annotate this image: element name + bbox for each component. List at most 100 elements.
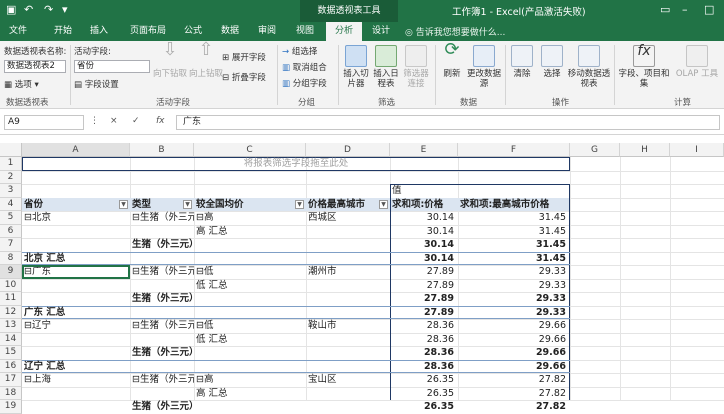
row-header[interactable]: 6 xyxy=(0,224,22,238)
group-selection-button[interactable]: → 组选择 xyxy=(282,45,317,57)
filter-dropdown-icon[interactable]: ▼ xyxy=(119,199,128,209)
pivot-cell[interactable]: 低 汇总 xyxy=(194,333,306,347)
save-icon[interactable]: ▣ xyxy=(6,3,16,16)
pivot-cell[interactable]: 27.82 xyxy=(458,373,570,387)
row-header[interactable]: 16 xyxy=(0,359,22,373)
pivot-cell[interactable] xyxy=(194,400,306,414)
insert-slicer-button[interactable]: 插入切片器 xyxy=(340,45,372,89)
pivot-cell[interactable]: 30.14 xyxy=(390,211,458,225)
column-header-A[interactable]: A xyxy=(22,143,130,157)
pivot-cell[interactable] xyxy=(306,400,390,414)
pivot-cell[interactable] xyxy=(306,360,390,374)
pivot-cell[interactable]: 27.82 xyxy=(458,400,570,414)
pivot-cell[interactable]: 28.36 xyxy=(390,319,458,333)
pivot-cell[interactable]: 29.66 xyxy=(458,346,570,360)
pivot-cell[interactable] xyxy=(22,279,130,293)
group-field-button[interactable]: ▥ 分组字段 xyxy=(282,77,327,89)
column-header-C[interactable]: C xyxy=(194,143,306,157)
pivot-cell[interactable]: 31.45 xyxy=(458,238,570,252)
column-header-G[interactable]: G xyxy=(570,143,620,157)
insert-function-icon[interactable]: fx xyxy=(156,116,165,126)
pivot-cell[interactable] xyxy=(306,292,390,306)
pivot-cell[interactable]: 30.14 xyxy=(390,252,458,266)
drill-up-button[interactable]: ⇧ 向上钻取 xyxy=(188,41,224,80)
pivot-cell[interactable]: 26.35 xyxy=(390,373,458,387)
expand-field-button[interactable]: ⊞ 展开字段 xyxy=(222,51,266,63)
pivot-cell[interactable] xyxy=(22,387,130,401)
pivot-cell[interactable] xyxy=(306,346,390,360)
select-button[interactable]: 选择 xyxy=(538,45,566,79)
refresh-button[interactable]: ⟳ 刷新 xyxy=(438,41,466,80)
pivot-cell[interactable] xyxy=(194,346,306,360)
pivot-cell[interactable]: 西城区 xyxy=(306,211,390,225)
pivot-cell[interactable]: ⊟高 xyxy=(194,211,306,225)
row-header[interactable]: 5 xyxy=(0,211,22,225)
ungroup-button[interactable]: ▥ 取消组合 xyxy=(282,61,327,73)
filter-dropdown-icon[interactable]: ▼ xyxy=(183,199,192,209)
pivot-cell[interactable] xyxy=(306,333,390,347)
tab-view[interactable]: 视图 xyxy=(290,22,320,41)
pivot-cell[interactable] xyxy=(22,225,130,239)
pivot-cell[interactable]: 广东 汇总 xyxy=(22,306,130,320)
pivot-cell[interactable]: 26.35 xyxy=(390,387,458,401)
pivot-cell[interactable]: 北京 汇总 xyxy=(22,252,130,266)
pivot-cell[interactable]: 高 汇总 xyxy=(194,387,306,401)
pivot-cell[interactable]: ⊟生猪（外三元 xyxy=(130,373,194,387)
pivot-cell[interactable] xyxy=(22,333,130,347)
pivot-cell[interactable]: ⊟低 xyxy=(194,265,306,279)
pivot-cell[interactable] xyxy=(306,279,390,293)
pivot-cell[interactable] xyxy=(22,238,130,252)
row-header[interactable]: 7 xyxy=(0,238,22,252)
pivot-cell[interactable] xyxy=(194,360,306,374)
row-header[interactable]: 15 xyxy=(0,346,22,360)
pivot-cell[interactable] xyxy=(130,252,194,266)
filter-dropdown-icon[interactable]: ▼ xyxy=(295,199,304,209)
column-header-B[interactable]: B xyxy=(130,143,194,157)
pivot-cell[interactable] xyxy=(194,252,306,266)
pivot-cell[interactable] xyxy=(130,360,194,374)
row-header[interactable]: 14 xyxy=(0,332,22,346)
selected-cell-A9[interactable] xyxy=(22,265,130,279)
column-header-H[interactable]: H xyxy=(620,143,670,157)
collapse-field-button[interactable]: ⊟ 折叠字段 xyxy=(222,71,266,83)
tab-design[interactable]: 设计 xyxy=(366,22,396,41)
pivot-options-button[interactable]: ▦ 选项 ▾ xyxy=(4,78,39,90)
pivot-cell[interactable] xyxy=(194,306,306,320)
tab-data[interactable]: 数据 xyxy=(215,22,245,41)
row-header[interactable]: 8 xyxy=(0,251,22,265)
pivot-cell[interactable]: ⊟低 xyxy=(194,319,306,333)
pivot-cell[interactable]: 30.14 xyxy=(390,225,458,239)
pivot-cell[interactable]: 辽宁 汇总 xyxy=(22,360,130,374)
select-all-corner[interactable] xyxy=(0,143,22,157)
pivot-cell[interactable] xyxy=(130,306,194,320)
pivot-cell[interactable]: 29.66 xyxy=(458,333,570,347)
column-header-F[interactable]: F xyxy=(458,143,570,157)
pivot-cell[interactable]: 29.33 xyxy=(458,292,570,306)
pivot-cell[interactable] xyxy=(22,346,130,360)
pivot-cell[interactable]: 28.36 xyxy=(390,346,458,360)
pivot-cell[interactable]: 26.35 xyxy=(390,400,458,414)
pivot-cell[interactable]: 29.66 xyxy=(458,360,570,374)
pivot-cell[interactable]: 27.89 xyxy=(390,292,458,306)
tab-home[interactable]: 开始 xyxy=(48,22,78,41)
undo-icon[interactable]: ↶ xyxy=(24,3,33,16)
pivot-cell[interactable]: 27.89 xyxy=(390,279,458,293)
row-header[interactable]: 11 xyxy=(0,292,22,306)
pivot-cell[interactable]: 生猪（外三元）汇总 xyxy=(130,400,194,414)
pivot-cell[interactable]: 鞍山市 xyxy=(306,319,390,333)
filter-dropdown-icon[interactable]: ▼ xyxy=(379,199,388,209)
pivot-cell[interactable]: 28.36 xyxy=(390,333,458,347)
pivot-cell[interactable]: 31.45 xyxy=(458,225,570,239)
pivot-cell[interactable] xyxy=(306,387,390,401)
redo-icon[interactable]: ↷ xyxy=(44,3,53,16)
field-settings-button[interactable]: ▤ 字段设置 xyxy=(74,78,119,90)
pivot-cell[interactable]: 30.14 xyxy=(390,238,458,252)
pivot-cell[interactable]: 高 汇总 xyxy=(194,225,306,239)
pivot-cell[interactable] xyxy=(194,238,306,252)
pivot-cell[interactable] xyxy=(130,279,194,293)
row-header[interactable]: 18 xyxy=(0,386,22,400)
pivot-cell[interactable] xyxy=(306,225,390,239)
change-data-source-button[interactable]: 更改数据源 xyxy=(466,45,502,89)
drill-down-button[interactable]: ⇩ 向下钻取 xyxy=(152,41,188,80)
row-header[interactable]: 12 xyxy=(0,305,22,319)
